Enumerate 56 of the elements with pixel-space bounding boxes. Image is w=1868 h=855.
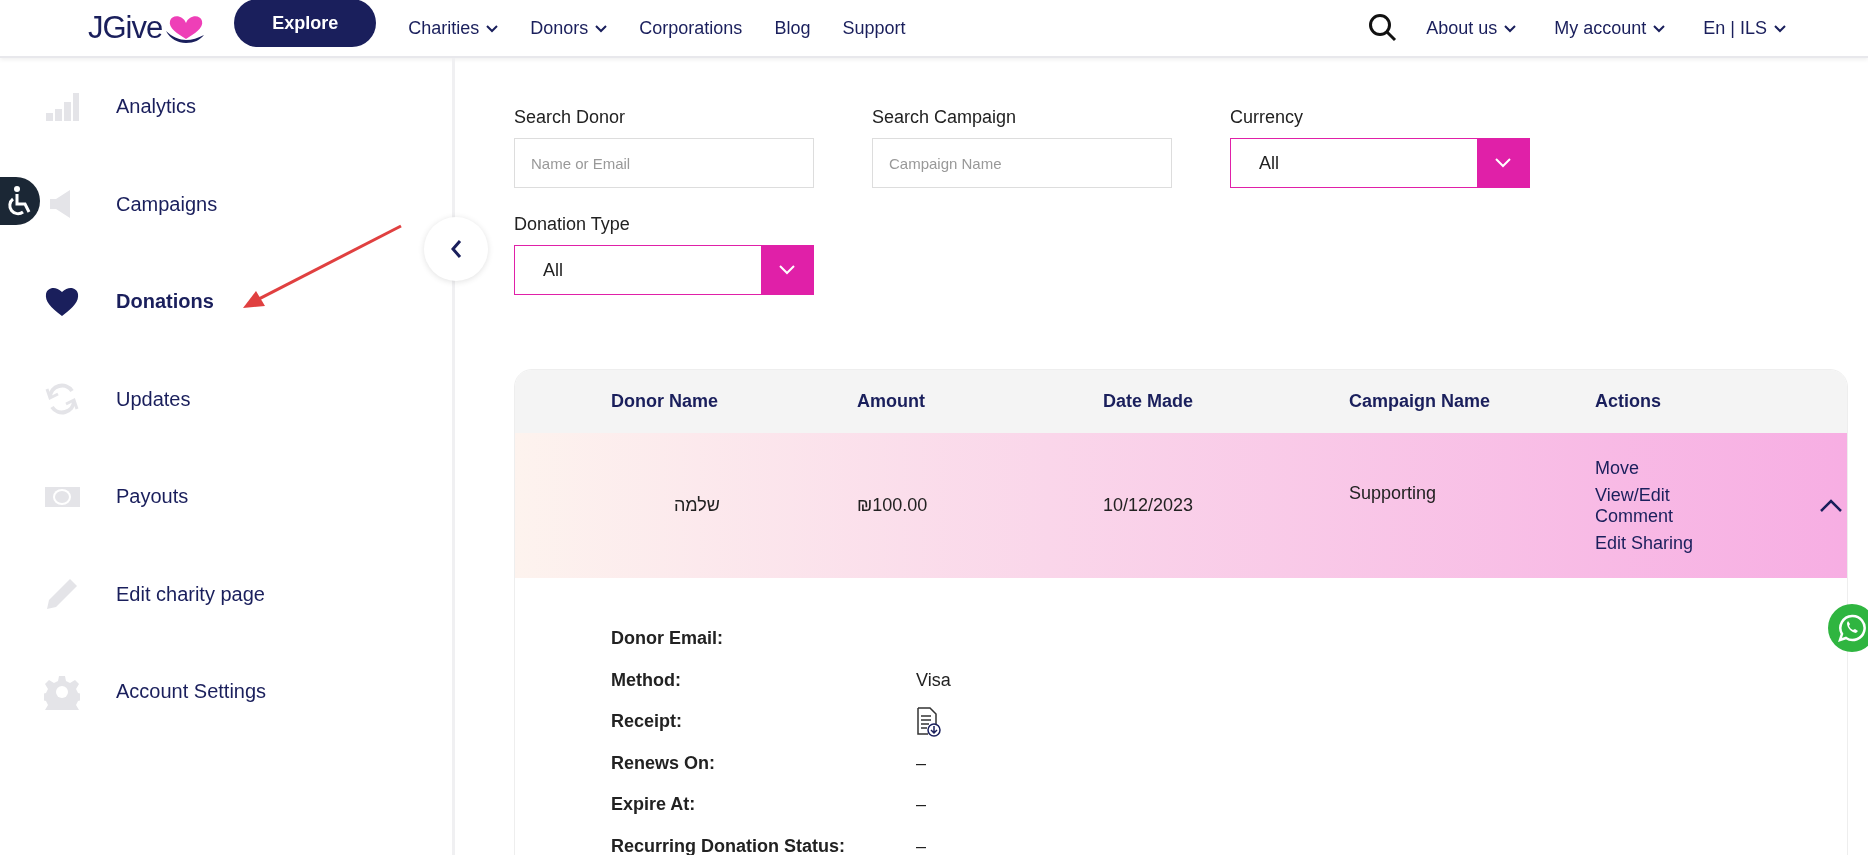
detail-label: Renews On: xyxy=(611,752,717,774)
detail-label: Recurring Donation Status: xyxy=(611,835,846,855)
column-header: Actions xyxy=(1595,391,1662,412)
search-field[interactable]: Campaign Name xyxy=(872,138,1172,188)
nav-link[interactable]: Donors xyxy=(530,17,608,39)
sidebar-item[interactable]: Analytics xyxy=(44,58,197,156)
search-icon[interactable] xyxy=(1368,13,1399,43)
sidebar-item[interactable]: Account Settings xyxy=(44,643,267,741)
table-cell-text: 10/12/2023 xyxy=(1103,495,1195,516)
detail-label: Receipt: xyxy=(611,711,683,733)
explore-button[interactable]: Explore xyxy=(234,0,377,47)
logo-text[interactable]: JGive xyxy=(88,10,163,46)
receipt-download-icon[interactable] xyxy=(916,706,942,737)
table-cell-text: שלמה xyxy=(673,495,721,516)
nav-link[interactable]: Corporations xyxy=(639,17,743,39)
filter-label: Search Campaign xyxy=(872,107,1018,128)
nav-link[interactable]: Blog xyxy=(774,17,811,39)
table-cell-text: ₪100.00 xyxy=(857,495,929,516)
detail-value: – xyxy=(916,752,927,774)
search-field[interactable]: Name or Email xyxy=(514,138,814,188)
filter-label: Search Donor xyxy=(514,107,627,128)
filter-label: Currency xyxy=(1230,107,1305,128)
dropdown[interactable]: All xyxy=(514,245,814,295)
nav-link[interactable]: Charities xyxy=(408,17,499,39)
column-header: Amount xyxy=(857,391,926,412)
action-link[interactable]: Move xyxy=(1595,457,1715,479)
sidebar-item[interactable]: Edit charity page xyxy=(44,545,265,643)
nav-link[interactable]: My account xyxy=(1554,17,1666,39)
column-header: Donor Name xyxy=(611,391,719,412)
wheelchair-icon xyxy=(7,185,33,217)
dropdown[interactable]: All xyxy=(1230,138,1530,188)
detail-value: – xyxy=(916,835,927,855)
column-header: Campaign Name xyxy=(1349,391,1492,412)
chat-bubble-icon[interactable] xyxy=(1828,604,1868,652)
sidebar-item[interactable]: Donations xyxy=(44,253,214,351)
nav-link[interactable]: Support xyxy=(842,17,906,39)
dropdown-toggle-icon xyxy=(1477,139,1529,187)
sidebar-item[interactable]: Payouts xyxy=(44,448,189,546)
gear-icon xyxy=(44,673,80,710)
detail-label: Donor Email: xyxy=(611,628,724,650)
detail-label: Expire At: xyxy=(611,794,697,816)
nav-link[interactable]: En | ILS xyxy=(1703,17,1786,39)
table-cell-text: Supporting xyxy=(1349,483,1438,504)
column-header: Date Made xyxy=(1103,391,1195,412)
detail-label: Method: xyxy=(611,669,682,691)
detail-value: Visa xyxy=(916,669,952,691)
nav-link[interactable]: About us xyxy=(1426,17,1517,39)
filter-label: Donation Type xyxy=(514,214,631,235)
action-link[interactable]: Edit Sharing xyxy=(1595,532,1715,554)
chevron-left-icon xyxy=(450,239,462,259)
accessibility-button[interactable] xyxy=(0,177,40,225)
detail-value: – xyxy=(916,794,927,816)
sidebar-item[interactable]: Campaigns xyxy=(44,155,218,253)
action-link[interactable]: View/Edit Comment xyxy=(1595,484,1715,527)
sidebar-item[interactable]: Updates xyxy=(44,350,191,448)
dropdown-toggle-icon xyxy=(761,246,813,294)
